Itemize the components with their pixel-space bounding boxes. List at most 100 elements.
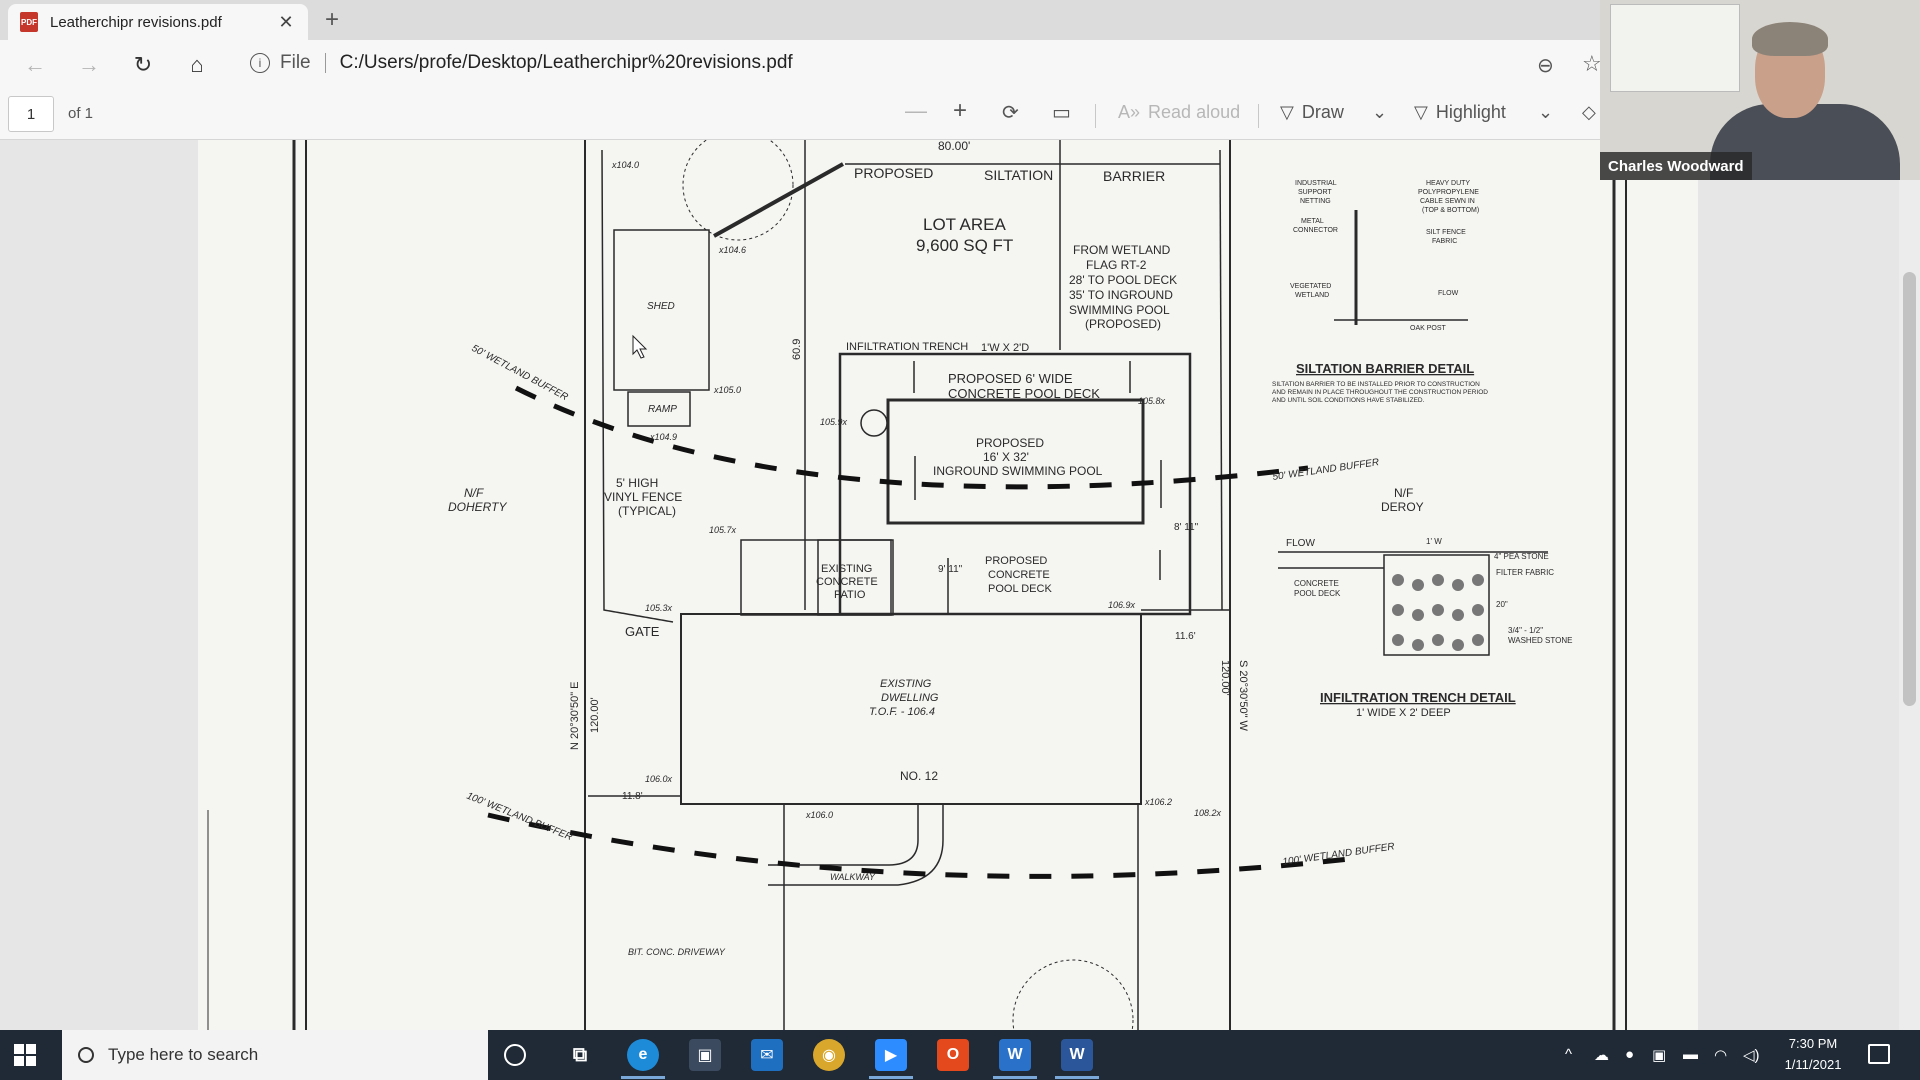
highlight-button[interactable]: ▽ Highlight [1414,102,1506,123]
deck2-label-3: POOL DECK [988,583,1052,595]
dim-8-11: 8' 11" [1174,522,1199,533]
dim-120-left: 120.00' [589,697,601,733]
siltation-detail-note-3: AND UNTIL SOIL CONDITIONS HAVE STABILIZE… [1272,397,1425,404]
it-flow: FLOW [1286,538,1315,549]
fence-label-2: VINYL FENCE [604,490,682,504]
taskbar-search-box[interactable]: Type here to search [62,1030,488,1080]
patio-label-1: EXISTING [821,563,872,575]
dim-120-right: 120.00' [1219,660,1231,696]
siltation-detail-note-2: AND REMAIN IN PLACE THROUGHOUT THE CONST… [1272,389,1488,396]
draw-button[interactable]: ▽ Draw [1280,102,1344,123]
pool-label-2: 16' X 32' [983,450,1029,464]
wetland-note-5: SWIMMING POOL [1069,303,1170,317]
highlight-label: Highlight [1435,102,1506,122]
participant-name: Charles Woodward [1600,152,1752,180]
elev-105-3: 105.3x [645,603,673,613]
bearing-left: N 20°30'50" E [569,681,581,750]
store-icon[interactable]: ▣ [689,1039,721,1071]
dim-top: 80.00' [938,140,970,153]
siltation-detail-note-1: SILTATION BARRIER TO BE INSTALLED PRIOR … [1272,381,1480,388]
show-hidden-icons-chevron-icon[interactable]: ^ [1565,1046,1572,1063]
gate-label: GATE [625,624,660,639]
wifi-icon[interactable]: ◠ [1714,1046,1727,1064]
sd-netting: NETTING [1300,198,1331,205]
zoom-in-icon[interactable]: + [953,97,967,125]
elev-108-2: 108.2x [1194,808,1222,818]
notification-center-icon[interactable] [1868,1044,1890,1064]
deck2-label-2: CONCRETE [988,569,1050,581]
system-clock[interactable]: 7:30 PM 1/11/2021 [1768,1033,1858,1075]
sd-polypropylene: POLYPROPYLENE [1418,189,1479,196]
eraser-icon[interactable]: ◇ [1582,102,1596,123]
sd-silt-fence: SILT FENCE [1426,229,1466,236]
video-participant-tile[interactable]: Charles Woodward [1600,0,1920,180]
word-icon[interactable]: W [1061,1039,1093,1071]
back-arrow-icon[interactable]: ← [8,52,62,78]
microphone-icon[interactable]: ● [1625,1046,1634,1063]
tab-title: Leatherchipr revisions.pdf [50,13,222,31]
read-aloud-icon: A» [1118,102,1141,122]
cortana-icon[interactable] [504,1044,526,1066]
infiltration-trench-label: INFILTRATION TRENCH [846,341,968,353]
new-tab-icon[interactable]: + [318,6,346,34]
wetland-note-1: FROM WETLAND [1073,243,1171,257]
read-aloud-button[interactable]: A» Read aloud [1118,102,1240,123]
draw-options-chevron-icon[interactable]: ⌄ [1372,102,1387,123]
close-tab-icon[interactable]: ✕ [276,12,296,33]
dwelling-label-2: DWELLING [881,692,939,704]
dwelling-label-1: EXISTING [880,678,932,690]
highlight-options-chevron-icon[interactable]: ⌄ [1538,102,1553,123]
sd-vegetated: VEGETATED [1290,283,1331,290]
windows-start-icon[interactable] [14,1044,36,1066]
shed-label: SHED [647,301,675,312]
security-icon[interactable]: ▣ [1652,1046,1666,1064]
driveway-label: BIT. CONC. DRIVEWAY [628,947,726,957]
chrome-icon[interactable]: ◉ [813,1039,845,1071]
sd-wetland: WETLAND [1295,292,1329,299]
draw-label: Draw [1301,102,1344,122]
office-icon[interactable]: O [937,1039,969,1071]
task-view-icon[interactable]: ⧉ [564,1039,596,1071]
zoom-icon[interactable]: ⊖ [1537,53,1554,78]
info-icon[interactable]: i [250,53,270,73]
label-siltation: SILTATION [984,167,1053,183]
word-doc-icon[interactable]: W [999,1039,1031,1071]
mail-icon[interactable]: ✉ [751,1039,783,1071]
battery-icon[interactable]: ▬ [1683,1046,1698,1063]
home-icon[interactable]: ⌂ [170,52,224,78]
sd-support: SUPPORT [1298,189,1332,196]
nf-deroy-1: N/F [1394,486,1413,500]
url-separator [324,53,326,73]
dim-60: 60.9 [791,339,803,360]
rotate-icon[interactable]: ⟳ [1002,100,1019,125]
elev-105-0: x105.0 [713,385,741,395]
zoom-app-icon[interactable]: ▶ [875,1039,907,1071]
sd-industrial: INDUSTRIAL [1295,180,1337,187]
lot-area-sqft: 9,600 SQ FT [916,236,1013,255]
page-number-input[interactable]: 1 [8,96,54,132]
pdf-toolbar: 1 of 1 — + ⟳ ▭ A» Read aloud ▽ Draw ⌄ ▽ … [0,90,1600,140]
active-app-indicator [869,1076,913,1079]
tab-pdf[interactable]: PDF Leatherchipr revisions.pdf ✕ [8,4,308,40]
volume-icon[interactable]: ◁) [1743,1046,1760,1064]
onedrive-icon[interactable]: ☁ [1594,1046,1609,1064]
edge-browser-icon[interactable]: e [627,1039,659,1071]
forward-arrow-icon[interactable]: → [62,52,116,78]
bearing-right: S 20°30'50" W [1237,660,1249,732]
dim-11-6: 11.6' [1175,631,1196,642]
clock-time: 7:30 PM [1788,1036,1838,1051]
active-app-indicator [621,1076,665,1079]
url-field[interactable]: i File C:/Users/profe/Desktop/Leatherchi… [250,52,793,74]
zoom-out-icon[interactable]: — [905,98,927,124]
favorite-star-icon[interactable]: ☆ [1582,51,1602,77]
search-icon [78,1047,94,1063]
pdf-viewer: PROPOSED SILTATION BARRIER 80.00' LOT AR… [0,129,1920,1080]
fence-label-3: (TYPICAL) [618,504,676,518]
url-text: C:/Users/profe/Desktop/Leatherchipr%20re… [339,52,793,73]
sd-oak-post: OAK POST [1410,325,1447,332]
fit-page-icon[interactable]: ▭ [1052,100,1071,125]
scrollbar-thumb[interactable] [1903,272,1916,706]
dwelling-label-3: T.O.F. - 106.4 [869,706,935,718]
refresh-icon[interactable]: ↻ [116,52,170,78]
active-app-indicator [993,1076,1037,1079]
